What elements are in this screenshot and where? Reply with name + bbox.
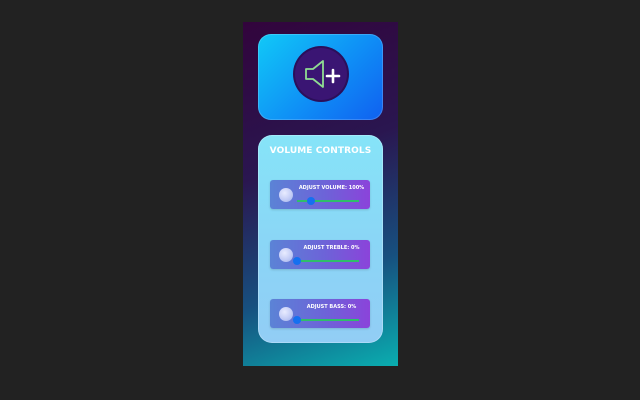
treble-control-row: ADJUST TREBLE: 0% xyxy=(270,240,370,269)
screen: VOLUME CONTROLS ADJUST VOLUME: 100% ADJU… xyxy=(0,0,640,400)
volume-slider-thumb[interactable] xyxy=(306,197,315,205)
volume-knob[interactable] xyxy=(279,188,293,202)
bass-control-row: ADJUST BASS: 0% xyxy=(270,299,370,328)
speaker-plus-icon xyxy=(305,60,341,88)
bass-slider[interactable] xyxy=(293,316,359,324)
volume-control-row: ADJUST VOLUME: 100% xyxy=(270,180,370,209)
controls-title: VOLUME CONTROLS xyxy=(269,146,372,156)
treble-label: ADJUST TREBLE: 0% xyxy=(303,245,360,251)
bass-slider-thumb[interactable] xyxy=(293,316,301,324)
treble-slider[interactable] xyxy=(293,257,359,265)
bass-knob[interactable] xyxy=(279,307,293,321)
volume-slider[interactable] xyxy=(297,197,359,205)
volume-hero-card xyxy=(258,34,383,120)
volume-controls-card: VOLUME CONTROLS ADJUST VOLUME: 100% ADJU… xyxy=(258,135,383,343)
treble-slider-thumb[interactable] xyxy=(293,257,301,265)
volume-icon-badge[interactable] xyxy=(295,48,347,100)
treble-knob[interactable] xyxy=(279,248,293,262)
bass-label: ADJUST BASS: 0% xyxy=(306,304,357,310)
bass-slider-track xyxy=(297,319,359,321)
treble-slider-track xyxy=(297,260,359,262)
phone-frame: VOLUME CONTROLS ADJUST VOLUME: 100% ADJU… xyxy=(243,22,398,366)
volume-label: ADJUST VOLUME: 100% xyxy=(298,185,365,191)
